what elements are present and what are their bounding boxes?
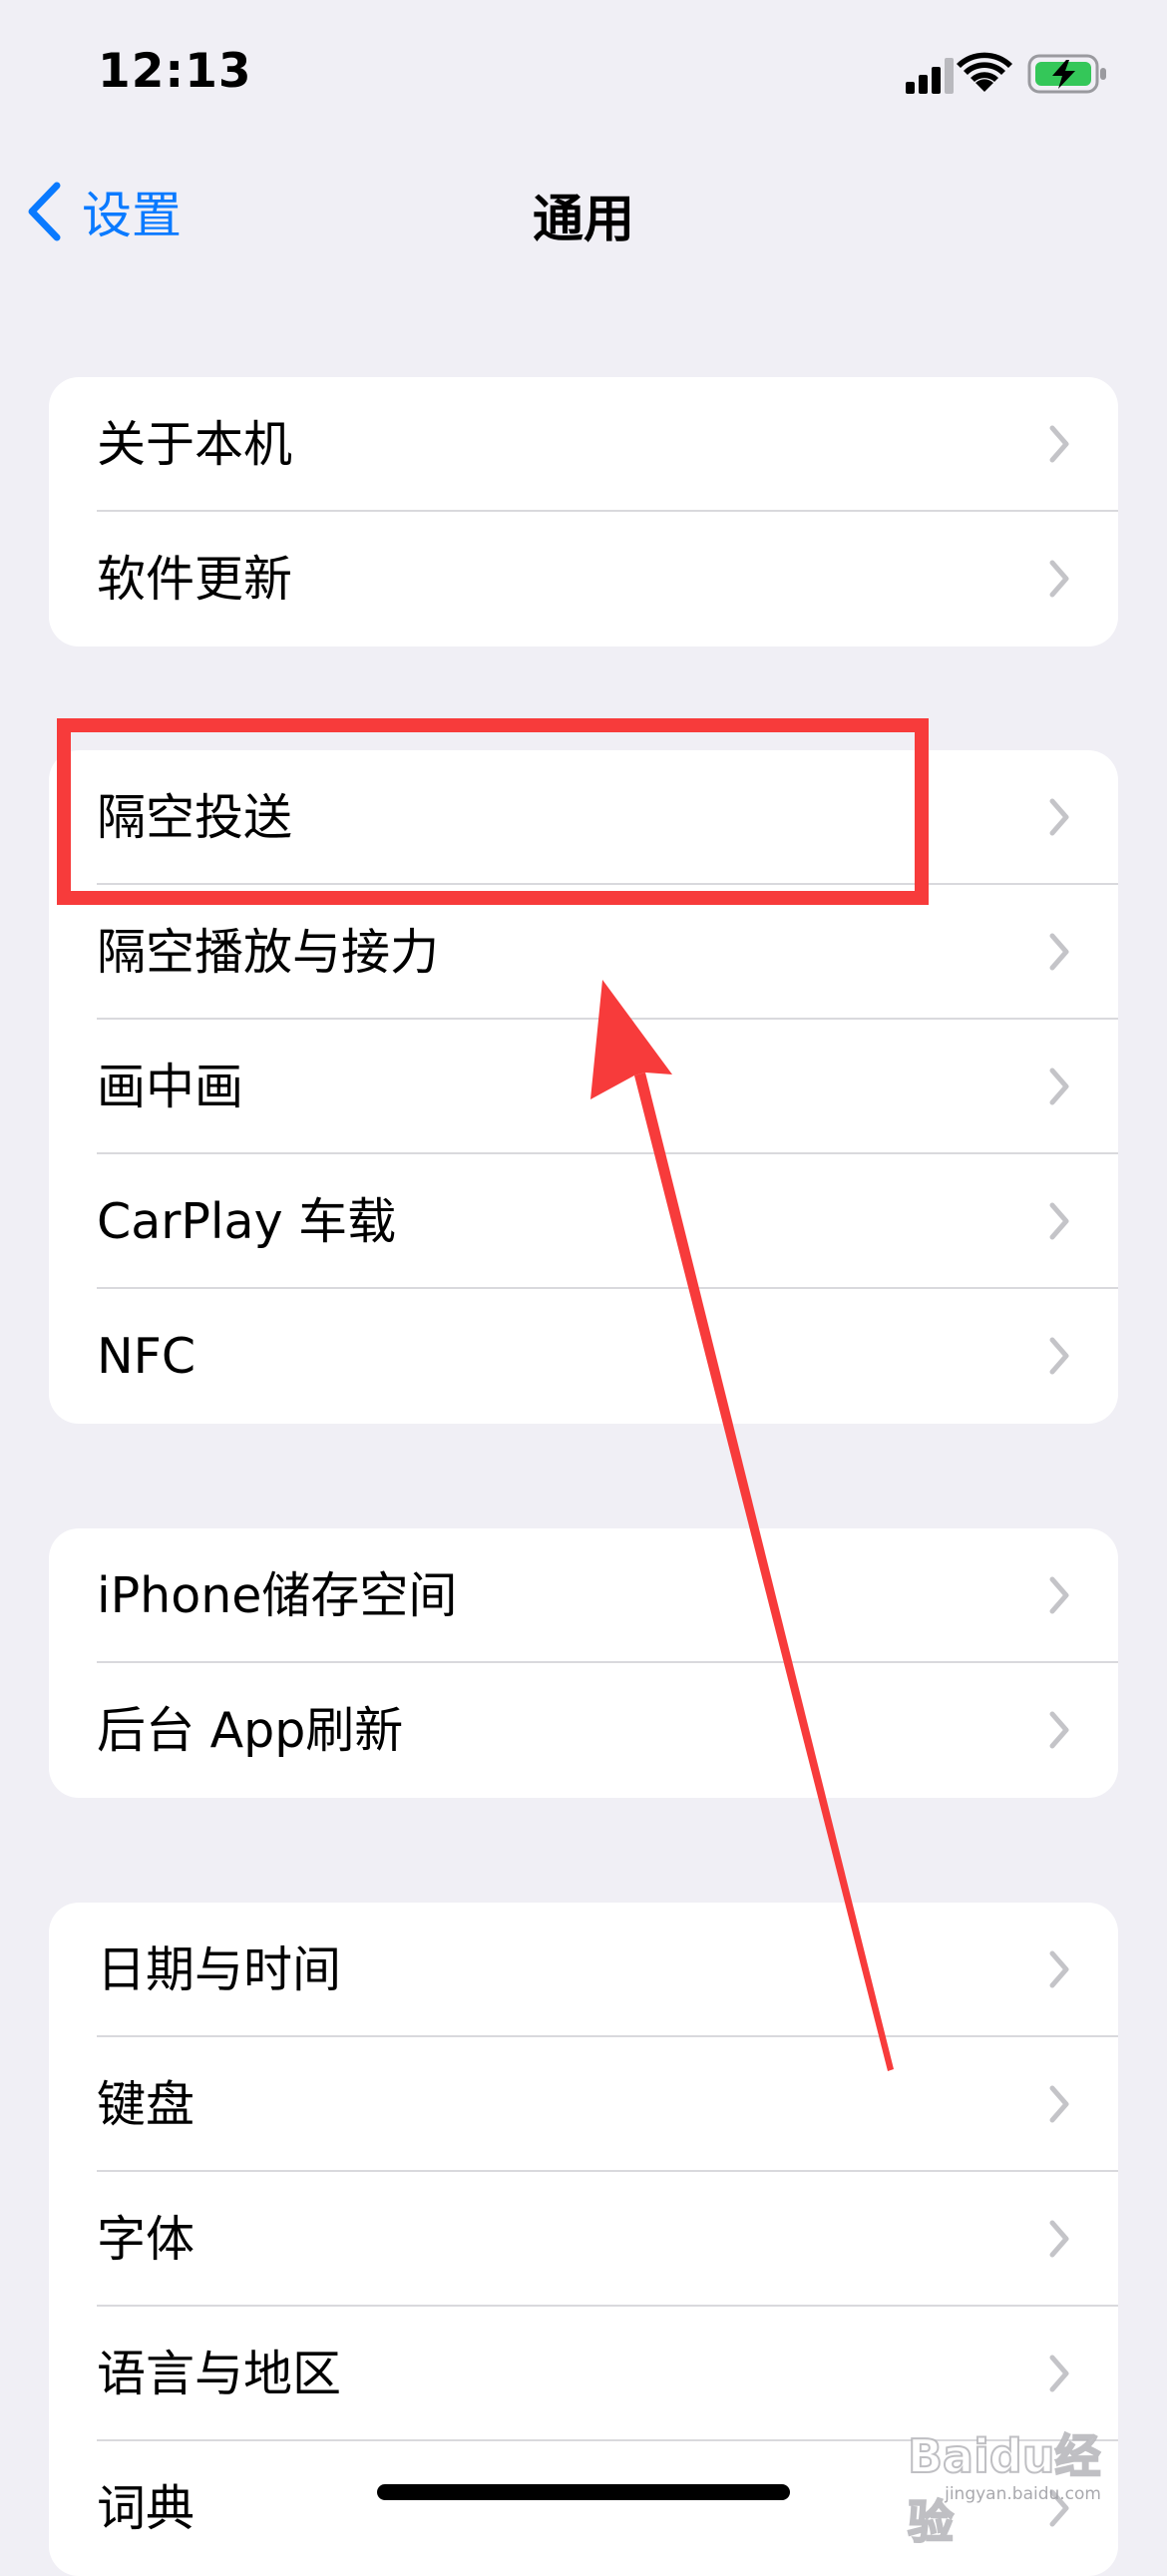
settings-group-storage: iPhone储存空间 后台 App刷新 <box>49 1528 1118 1798</box>
navigation-bar: 设置 通用 <box>0 160 1167 259</box>
row-about[interactable]: 关于本机 <box>49 377 1118 512</box>
chevron-right-icon <box>1049 2220 1069 2258</box>
row-picture-in-picture[interactable]: 画中画 <box>49 1020 1118 1154</box>
chevron-right-icon <box>1049 2355 1069 2392</box>
chevron-right-icon <box>1049 1950 1069 1988</box>
page-title: 通用 <box>532 191 634 249</box>
wifi-icon <box>957 52 1012 92</box>
row-label: iPhone储存空间 <box>97 1567 458 1624</box>
chevron-right-icon <box>1049 425 1069 463</box>
row-keyboard[interactable]: 键盘 <box>49 2037 1118 2172</box>
chevron-right-icon <box>1049 1576 1069 1614</box>
battery-charging-icon <box>1027 54 1106 94</box>
row-label: 隔空投送 <box>97 789 293 846</box>
settings-group-connectivity: 隔空投送 隔空播放与接力 画中画 CarPlay 车载 NFC <box>49 750 1118 1424</box>
row-airdrop[interactable]: 隔空投送 <box>49 750 1118 885</box>
row-fonts[interactable]: 字体 <box>49 2172 1118 2307</box>
row-date-time[interactable]: 日期与时间 <box>49 1903 1118 2037</box>
row-nfc[interactable]: NFC <box>49 1289 1118 1424</box>
row-iphone-storage[interactable]: iPhone储存空间 <box>49 1528 1118 1663</box>
chevron-right-icon <box>1049 2085 1069 2123</box>
status-icons <box>902 52 1111 96</box>
row-label: 字体 <box>97 2211 195 2268</box>
status-bar: 12:13 <box>0 0 1167 150</box>
row-label: 后台 App刷新 <box>97 1702 404 1759</box>
row-label: 日期与时间 <box>97 1941 342 1998</box>
chevron-right-icon <box>1049 1068 1069 1105</box>
watermark-url: jingyan.baidu.com <box>945 2484 1101 2504</box>
row-label: CarPlay 车载 <box>97 1193 397 1250</box>
row-label: 关于本机 <box>97 416 293 473</box>
row-label: 画中画 <box>97 1059 244 1115</box>
row-background-app-refresh[interactable]: 后台 App刷新 <box>49 1663 1118 1798</box>
chevron-right-icon <box>1049 1337 1069 1375</box>
chevron-right-icon <box>1049 798 1069 836</box>
status-time: 12:13 <box>98 44 252 99</box>
chevron-right-icon <box>1049 560 1069 598</box>
row-carplay[interactable]: CarPlay 车载 <box>49 1154 1118 1289</box>
row-label: 语言与地区 <box>97 2346 342 2402</box>
chevron-right-icon <box>1049 933 1069 971</box>
watermark: Baidu经验 jingyan.baidu.com <box>907 2412 1107 2550</box>
settings-group-about: 关于本机 软件更新 <box>49 377 1118 646</box>
row-label: 键盘 <box>97 2076 195 2133</box>
chevron-right-icon <box>1049 1202 1069 1240</box>
row-label: 软件更新 <box>97 551 293 608</box>
cellular-signal-icon <box>906 58 954 94</box>
chevron-right-icon <box>1049 1711 1069 1749</box>
row-airplay-handoff[interactable]: 隔空播放与接力 <box>49 885 1118 1020</box>
row-label: 隔空播放与接力 <box>97 924 440 981</box>
row-label: NFC <box>97 1328 196 1385</box>
row-software-update[interactable]: 软件更新 <box>49 512 1118 646</box>
home-indicator[interactable] <box>377 2484 790 2500</box>
row-label: 词典 <box>97 2480 195 2537</box>
